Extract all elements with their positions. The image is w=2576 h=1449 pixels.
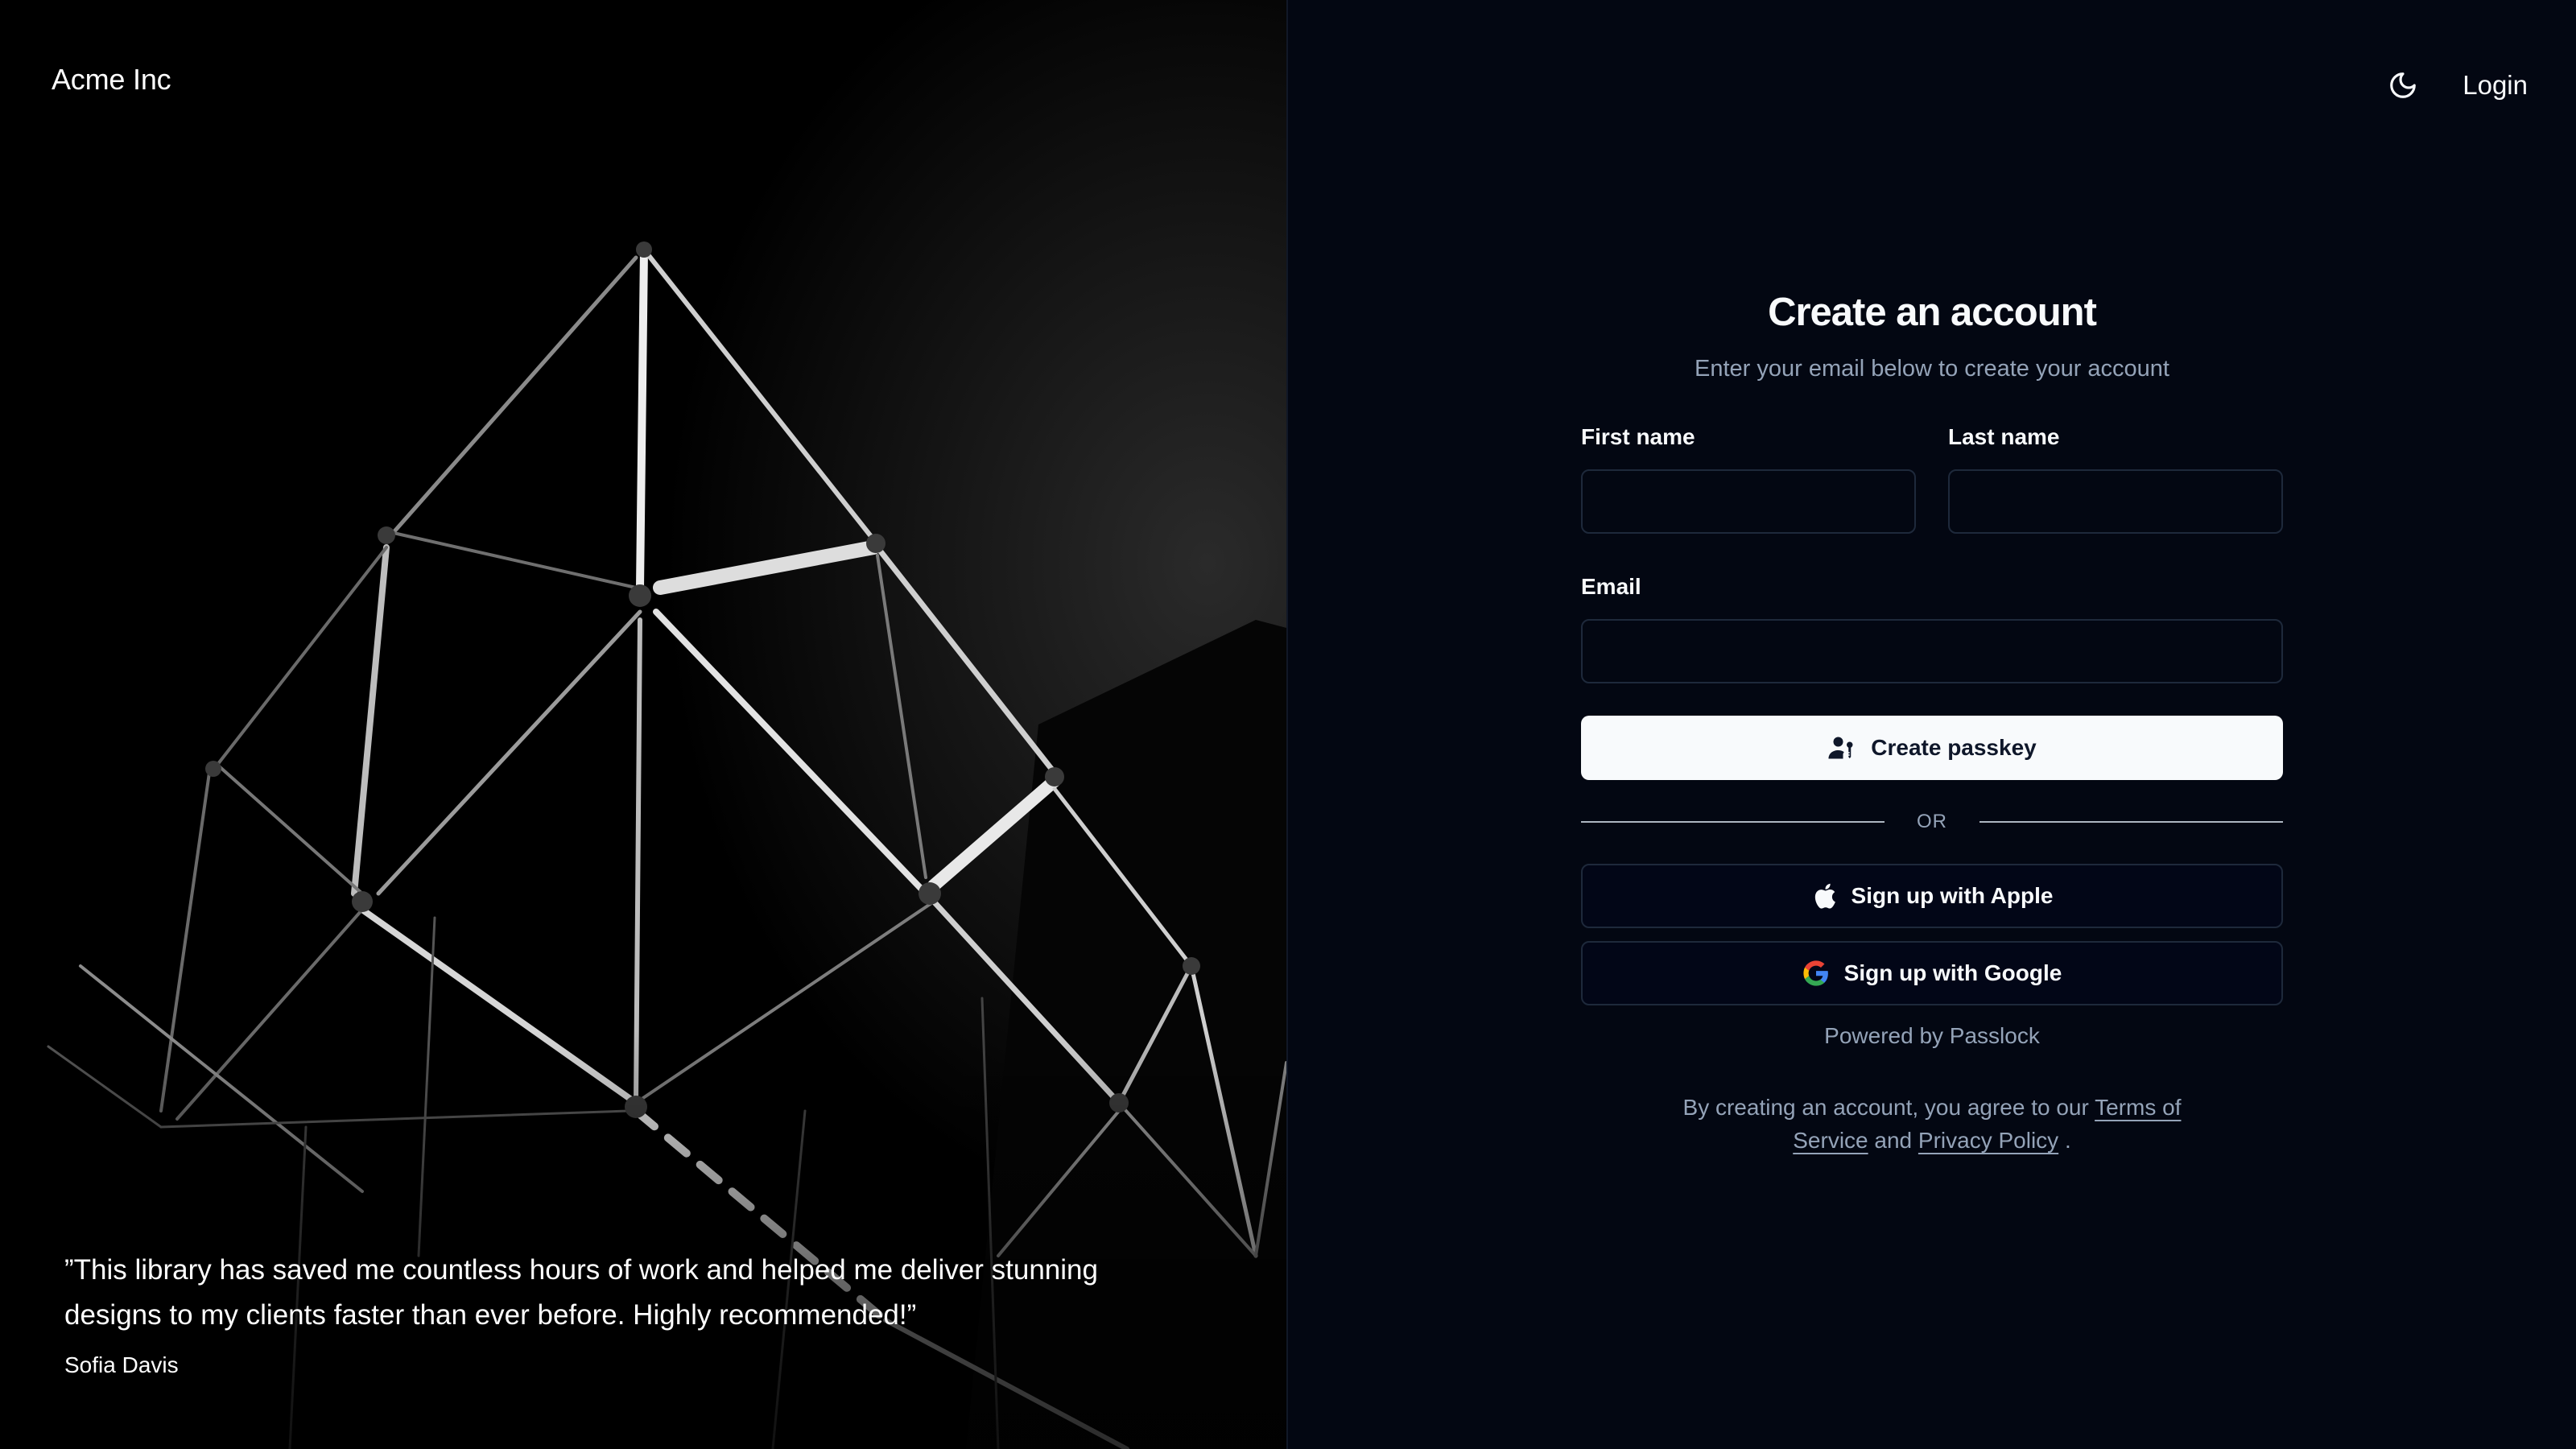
sign-up-apple-label: Sign up with Apple bbox=[1851, 883, 2054, 908]
form-title: Create an account bbox=[1768, 291, 2097, 334]
testimonial-quote: ”This library has saved me countless hou… bbox=[64, 1254, 1098, 1331]
signup-form: Create an account Enter your email below… bbox=[1581, 290, 2283, 1157]
login-link[interactable]: Login bbox=[2462, 70, 2528, 101]
separator-line-left bbox=[1581, 821, 1885, 823]
last-name-input[interactable] bbox=[1948, 469, 2283, 534]
privacy-policy-link[interactable]: Privacy Policy bbox=[1918, 1128, 2058, 1153]
first-name-group: First name bbox=[1581, 424, 1916, 534]
legal-and: and bbox=[1874, 1128, 1913, 1153]
testimonial-author: Sofia Davis bbox=[64, 1352, 179, 1377]
first-name-input[interactable] bbox=[1581, 469, 1916, 534]
legal-suffix: . bbox=[2064, 1128, 2071, 1153]
create-passkey-label: Create passkey bbox=[1871, 735, 2037, 760]
brand-name: Acme Inc bbox=[52, 63, 171, 96]
email-input[interactable] bbox=[1581, 619, 2283, 683]
hero-gradient-overlay bbox=[0, 1030, 1286, 1449]
google-icon bbox=[1803, 960, 1828, 986]
form-subtitle: Enter your email below to create your ac… bbox=[1695, 356, 2169, 382]
sign-up-google-button[interactable]: Sign up with Google bbox=[1581, 941, 2283, 1005]
sign-up-google-label: Sign up with Google bbox=[1843, 960, 2062, 985]
theme-toggle-button[interactable] bbox=[2382, 64, 2424, 106]
last-name-group: Last name bbox=[1948, 424, 2283, 534]
or-separator: OR bbox=[1581, 811, 2283, 833]
legal-text: By creating an account, you agree to our… bbox=[1658, 1091, 2206, 1157]
signup-panel: Login Create an account Enter your email… bbox=[1288, 0, 2576, 1449]
sign-up-apple-button[interactable]: Sign up with Apple bbox=[1581, 864, 2283, 928]
email-label: Email bbox=[1581, 574, 1641, 599]
hero-panel: Acme Inc ”This library has saved me coun… bbox=[0, 0, 1286, 1449]
separator-text: OR bbox=[1917, 811, 1947, 832]
topbar: Login bbox=[2382, 64, 2528, 106]
last-name-label: Last name bbox=[1948, 424, 2060, 449]
separator-line-right bbox=[1979, 821, 2283, 823]
moon-icon bbox=[2390, 72, 2417, 98]
first-name-label: First name bbox=[1581, 424, 1695, 449]
email-group: Email bbox=[1581, 574, 2283, 683]
create-passkey-button[interactable]: Create passkey bbox=[1581, 716, 2283, 780]
powered-by-text: Powered by Passlock bbox=[1824, 1023, 2040, 1048]
user-key-icon bbox=[1828, 737, 1853, 759]
name-row: First name Last name bbox=[1581, 424, 2283, 534]
signup-page: Acme Inc ”This library has saved me coun… bbox=[0, 0, 2576, 1449]
legal-prefix: By creating an account, you agree to our bbox=[1682, 1095, 2089, 1120]
apple-icon bbox=[1814, 883, 1835, 909]
